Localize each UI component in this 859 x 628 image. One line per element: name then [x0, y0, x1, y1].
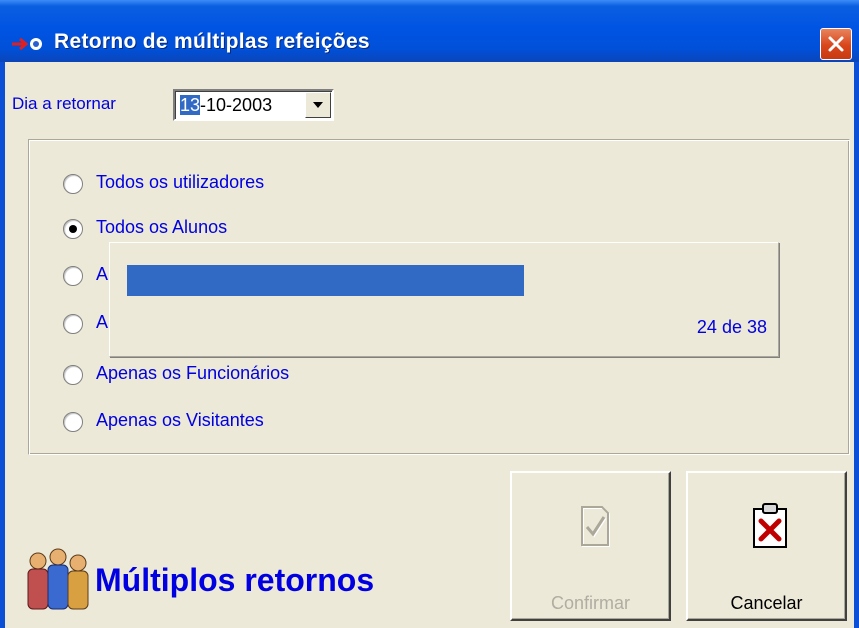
arrow-star-icon [12, 37, 42, 51]
window-frame-left [0, 62, 5, 628]
radio-button[interactable] [63, 266, 83, 286]
brand-title: Múltiplos retornos [95, 562, 375, 598]
progress-bar [127, 265, 755, 296]
date-dropdown-button[interactable] [305, 92, 331, 118]
radio-label: A [96, 312, 109, 332]
close-icon [828, 36, 844, 52]
cancel-label: Cancelar [730, 593, 803, 613]
date-picker[interactable]: 13-10-2003 [173, 89, 334, 121]
cancel-button[interactable]: Cancelar [686, 471, 847, 621]
clipboard-x-icon [753, 503, 787, 548]
confirm-button[interactable]: Confirmar [510, 471, 671, 621]
confirm-label: Confirmar [550, 593, 630, 613]
radio-button-checked[interactable] [63, 219, 83, 239]
date-day-selected: 13 [180, 95, 201, 115]
radio-label: Apenas os Funcionários [96, 363, 290, 383]
date-value[interactable]: 13-10-2003 [180, 95, 272, 116]
radio-button[interactable] [63, 365, 83, 385]
close-button[interactable] [820, 28, 852, 60]
people-group-icon [27, 548, 89, 610]
window-frame-right [854, 62, 859, 628]
radio-button[interactable] [63, 412, 83, 432]
date-month-year: -10-2003 [200, 95, 273, 115]
checkmark-document-icon [581, 506, 610, 547]
radio-label: Todos os Alunos [96, 217, 228, 237]
progress-count: 24 de 38 [696, 317, 767, 337]
radio-button[interactable] [63, 174, 83, 194]
radio-button[interactable] [63, 314, 83, 334]
date-label: Dia a retornar [12, 94, 116, 113]
radio-label: Todos os utilizadores [96, 172, 265, 192]
progress-panel: 24 de 38 [109, 242, 779, 357]
dialog-window: Retorno de múltiplas refeições Dia a ret… [0, 0, 859, 628]
radio-label: Apenas os Visitantes [96, 410, 264, 430]
window-title: Retorno de múltiplas refeições [54, 30, 370, 53]
radio-label: A [96, 264, 109, 284]
chevron-down-icon [313, 102, 323, 108]
title-bar[interactable]: Retorno de múltiplas refeições [0, 0, 859, 62]
progress-fill [127, 265, 524, 296]
